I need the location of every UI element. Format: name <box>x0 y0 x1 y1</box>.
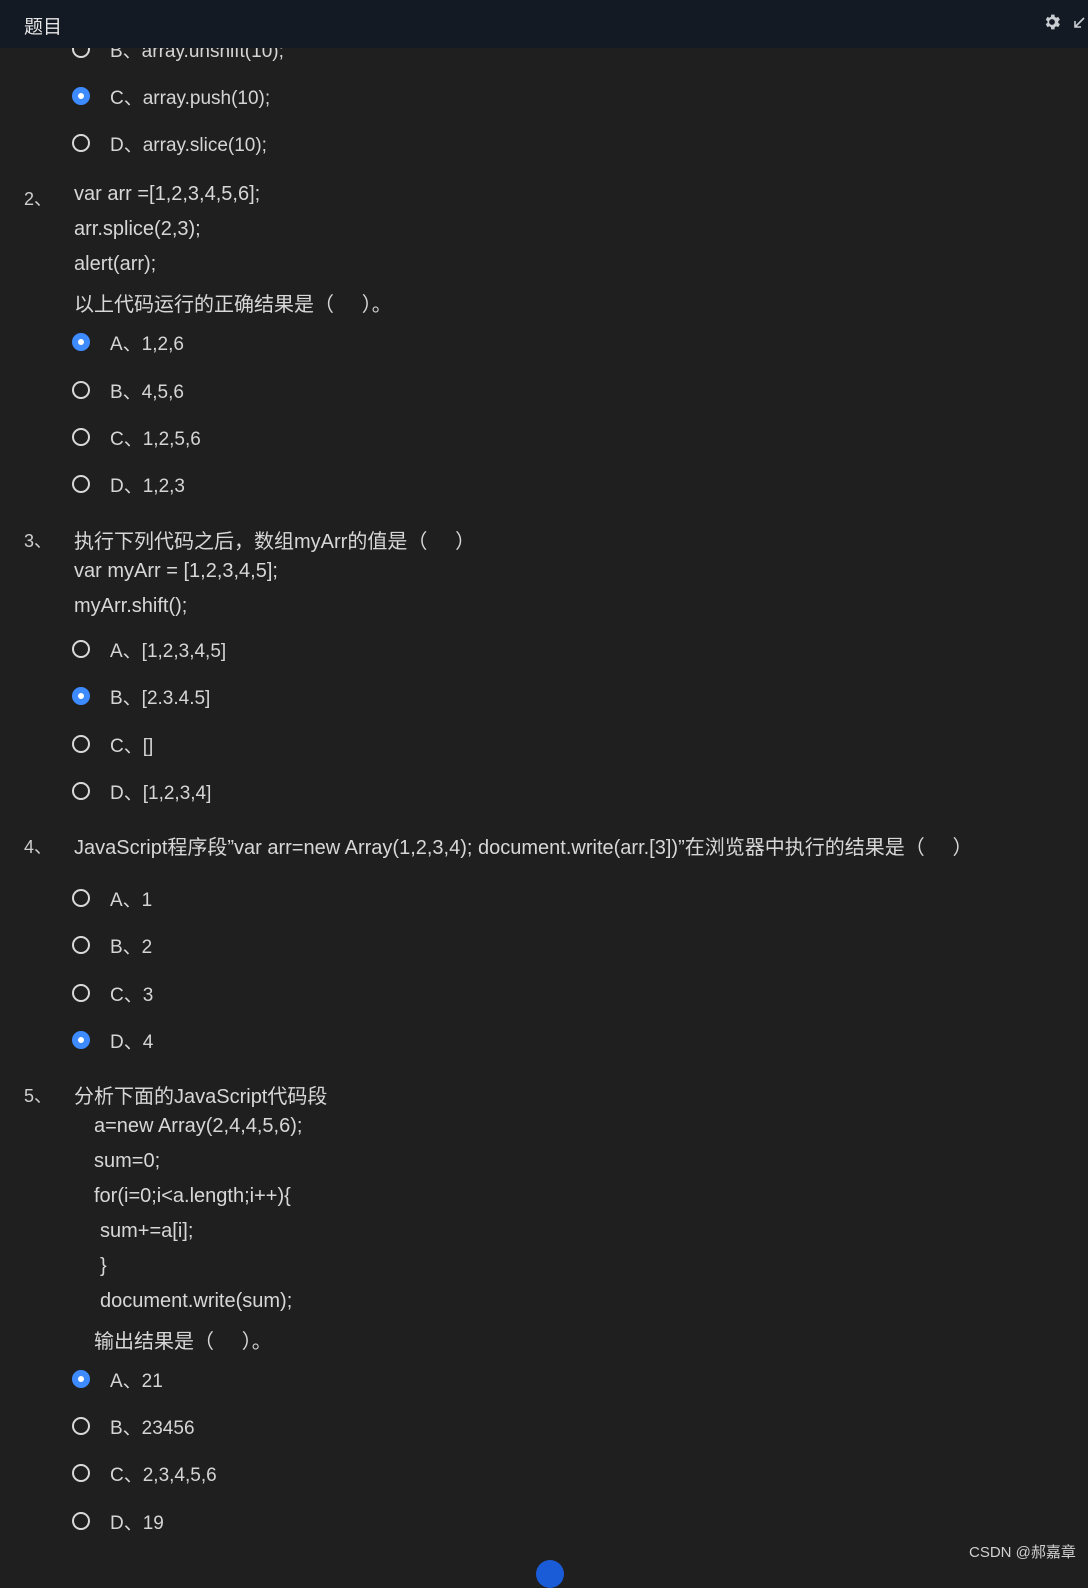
code-line: document.write(sum); <box>100 1290 293 1312</box>
option-a[interactable]: A、[1,2,3,4,5] <box>72 634 226 664</box>
radio-button[interactable] <box>72 889 90 907</box>
option-b[interactable]: B、4,5,6 <box>72 375 184 405</box>
code-line: sum+=a[i]; <box>100 1220 194 1242</box>
option-label: D、array.slice(10); <box>110 134 267 156</box>
option-c[interactable]: C、2,3,4,5,6 <box>72 1458 217 1488</box>
code-line: a=new Array(2,4,4,5,6); <box>94 1115 303 1137</box>
radio-button[interactable] <box>72 48 90 58</box>
radio-button[interactable] <box>72 428 90 446</box>
header-bar: 题目 <box>0 0 1088 48</box>
question-text: var myArr = [1,2,3,4,5]; <box>74 560 278 582</box>
option-c[interactable]: C、[] <box>72 729 153 759</box>
option-label: B、array.unshift(10); <box>110 48 284 62</box>
code-line: for(i=0;i<a.length;i++){ <box>94 1185 291 1207</box>
scroll-top-button[interactable] <box>536 1560 564 1588</box>
option-label: B、[2.3.4.5] <box>110 687 211 709</box>
option-label: A、[1,2,3,4,5] <box>110 640 227 662</box>
question-text: myArr.shift(); <box>74 595 188 617</box>
option-label: B、2 <box>110 936 153 958</box>
radio-button-selected[interactable] <box>72 687 90 705</box>
radio-button-selected[interactable] <box>72 1370 90 1388</box>
option-label: A、1 <box>110 889 153 911</box>
option-label: B、4,5,6 <box>110 381 184 403</box>
option-b[interactable]: B、[2.3.4.5] <box>72 681 210 711</box>
option-c[interactable]: C、3 <box>72 978 153 1008</box>
radio-button[interactable] <box>72 134 90 152</box>
radio-button[interactable] <box>72 1417 90 1435</box>
radio-button[interactable] <box>72 936 90 954</box>
question-text: arr.splice(2,3); <box>74 218 201 240</box>
option-b[interactable]: B、23456 <box>72 1411 195 1441</box>
question-text: JavaScript程序段”var arr=new Array(1,2,3,4)… <box>74 837 973 859</box>
question-number: 2、 <box>24 189 53 209</box>
question-text: 分析下面的JavaScript代码段 <box>74 1086 328 1108</box>
option-label: B、23456 <box>110 1417 195 1439</box>
option-label: C、1,2,5,6 <box>110 428 201 450</box>
radio-button-selected[interactable] <box>72 1031 90 1049</box>
option-c[interactable]: C、array.push(10); <box>72 81 270 111</box>
option-label: C、[] <box>110 735 154 757</box>
question-number: 4、 <box>24 837 53 857</box>
option-a[interactable]: A、21 <box>72 1364 163 1394</box>
radio-button[interactable] <box>72 640 90 658</box>
option-c[interactable]: C、1,2,5,6 <box>72 422 201 452</box>
collapse-arrow-icon[interactable] <box>1072 16 1086 30</box>
option-label: C、2,3,4,5,6 <box>110 1464 217 1486</box>
option-label: A、21 <box>110 1370 163 1392</box>
option-d[interactable]: D、[1,2,3,4] <box>72 776 211 806</box>
question-text: 输出结果是（ ）。 <box>94 1331 272 1353</box>
question-number: 3、 <box>24 531 53 551</box>
option-b[interactable]: B、2 <box>72 930 152 960</box>
csdn-watermark: CSDN @郝嘉章 <box>969 1544 1076 1561</box>
option-d[interactable]: D、4 <box>72 1025 153 1055</box>
radio-button[interactable] <box>72 984 90 1002</box>
code-line: sum=0; <box>94 1150 161 1172</box>
option-label: D、4 <box>110 1031 154 1053</box>
radio-button[interactable] <box>72 381 90 399</box>
option-label: D、[1,2,3,4] <box>110 782 212 804</box>
radio-button[interactable] <box>72 1464 90 1482</box>
option-b[interactable]: B、array.unshift(10); <box>72 48 284 64</box>
option-label: C、3 <box>110 984 154 1006</box>
question-text: var arr =[1,2,3,4,5,6]; <box>74 183 261 205</box>
radio-button[interactable] <box>72 475 90 493</box>
option-label: D、19 <box>110 1512 164 1534</box>
code-line: } <box>100 1255 107 1277</box>
option-d[interactable]: D、19 <box>72 1506 164 1536</box>
radio-button[interactable] <box>72 735 90 753</box>
option-label: A、1,2,6 <box>110 333 184 355</box>
question-number: 5、 <box>24 1086 53 1106</box>
radio-button[interactable] <box>72 1512 90 1530</box>
radio-button-selected[interactable] <box>72 333 90 351</box>
radio-button[interactable] <box>72 782 90 800</box>
question-text: 以上代码运行的正确结果是（ ）。 <box>74 294 392 316</box>
question-text: 执行下列代码之后，数组myArr的值是（ ） <box>74 531 476 553</box>
option-label: D、1,2,3 <box>110 475 185 497</box>
option-a[interactable]: A、1,2,6 <box>72 327 184 357</box>
option-d[interactable]: D、array.slice(10); <box>72 128 267 158</box>
radio-button-selected[interactable] <box>72 87 90 105</box>
page-title: 题目 <box>24 17 63 38</box>
option-d[interactable]: D、1,2,3 <box>72 469 185 499</box>
question-list: B、array.unshift(10); C、array.push(10); D… <box>0 0 1088 1588</box>
gear-icon[interactable] <box>1042 12 1062 32</box>
option-label: C、array.push(10); <box>110 87 271 109</box>
option-a[interactable]: A、1 <box>72 883 152 913</box>
question-text: alert(arr); <box>74 253 157 275</box>
